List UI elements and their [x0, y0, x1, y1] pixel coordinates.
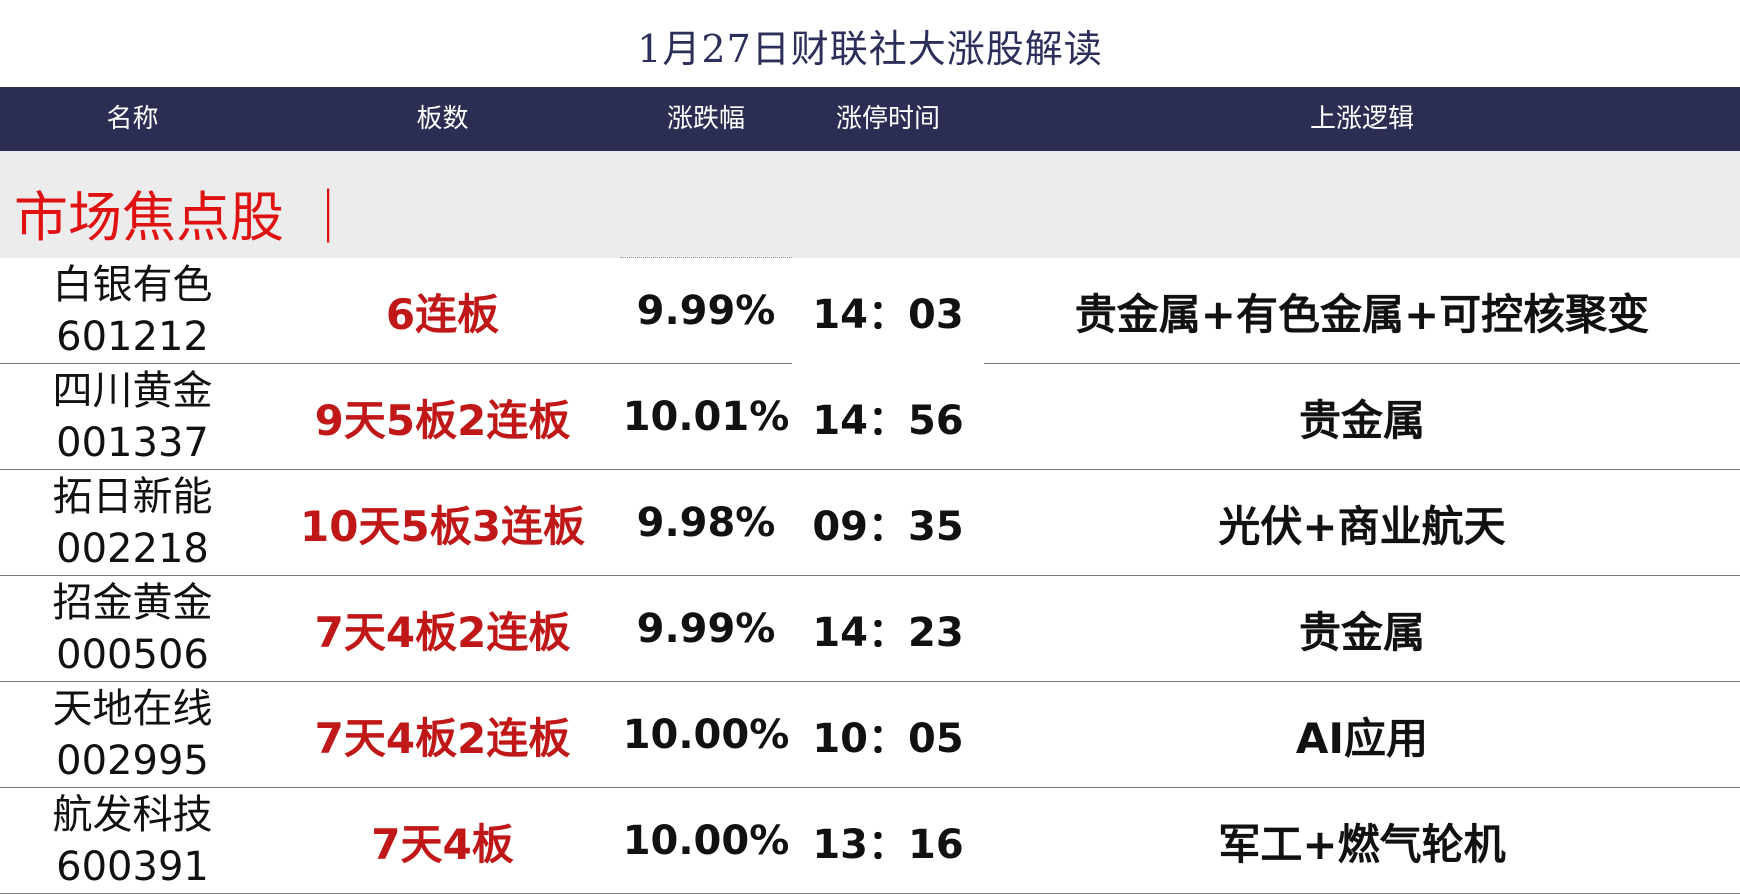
change-percent: 10.00% [622, 712, 790, 758]
stock-code: 002995 [56, 738, 209, 784]
rise-logic: 光伏+商业航天 [1218, 501, 1506, 551]
stock-code: 600391 [56, 844, 209, 890]
change-percent: 9.98% [636, 500, 776, 546]
board-count: 7天4板2连板 [314, 607, 571, 657]
stock-name: 白银有色 [52, 262, 213, 308]
header-logic: 上涨逻辑 [1309, 104, 1414, 134]
limit-time: 13：16 [812, 822, 964, 868]
table-row: 四川黄金 001337 9天5板2连板 10.01% 14：56 贵金属 [0, 364, 1740, 470]
board-count: 6连板 [385, 289, 500, 339]
header-limit-time: 涨停时间 [835, 104, 940, 134]
stock-name: 招金黄金 [52, 580, 213, 626]
board-count: 9天5板2连板 [314, 395, 571, 445]
header-change: 涨跌幅 [666, 104, 745, 134]
rise-logic: 贵金属 [1298, 395, 1425, 445]
header-boards: 板数 [416, 104, 469, 134]
stock-code: 601212 [56, 314, 209, 360]
section-banner: 市场焦点股 ｜ [0, 151, 1740, 258]
rise-logic: 军工+燃气轮机 [1218, 819, 1506, 869]
limit-time: 10：05 [812, 716, 964, 762]
rise-logic: 贵金属+有色金属+可控核聚变 [1074, 289, 1650, 339]
board-count: 10天5板3连板 [300, 501, 585, 551]
section-label: 市场焦点股 ｜ [14, 186, 356, 249]
limit-time: 09：35 [812, 504, 964, 550]
limit-time: 14：03 [812, 292, 964, 338]
stock-name-cell: 白银有色 601212 [0, 258, 265, 364]
stock-name-cell: 航发科技 600391 [0, 788, 265, 894]
table-header: 名称 板数 涨跌幅 涨停时间 上涨逻辑 [0, 87, 1740, 151]
table-row: 招金黄金 000506 7天4板2连板 9.99% 14：23 贵金属 [0, 576, 1740, 682]
stock-code: 002218 [56, 526, 209, 572]
header-name: 名称 [106, 104, 159, 134]
board-count: 7天4板 [371, 819, 514, 869]
stock-name-cell: 招金黄金 000506 [0, 576, 265, 682]
stock-name-cell: 四川黄金 001337 [0, 364, 265, 470]
rise-logic: 贵金属 [1298, 607, 1425, 657]
board-count: 7天4板2连板 [314, 713, 571, 763]
stock-name: 航发科技 [52, 792, 213, 838]
stock-name-cell: 拓日新能 002218 [0, 470, 265, 576]
stock-code: 001337 [56, 420, 209, 466]
stock-name: 拓日新能 [52, 474, 213, 520]
change-percent: 9.99% [636, 606, 776, 652]
stock-name: 四川黄金 [52, 368, 213, 414]
limit-time: 14：56 [812, 398, 964, 444]
stock-name: 天地在线 [52, 686, 213, 732]
page-title: 1月27日财联社大涨股解读 [637, 27, 1103, 71]
table-row: 天地在线 002995 7天4板2连板 10.00% 10：05 AI应用 [0, 682, 1740, 788]
change-percent: 10.00% [622, 818, 790, 864]
table-row: 航发科技 600391 7天4板 10.00% 13：16 军工+燃气轮机 [0, 788, 1740, 894]
change-percent: 9.99% [636, 288, 776, 334]
table-row: 白银有色 601212 6连板 9.99% 14：03 贵金属+有色金属+可控核… [0, 258, 1740, 364]
change-percent: 10.01% [622, 394, 790, 440]
stock-name-cell: 天地在线 002995 [0, 682, 265, 788]
stock-code: 000506 [56, 632, 209, 678]
rise-logic: AI应用 [1295, 713, 1429, 763]
table-row: 拓日新能 002218 10天5板3连板 9.98% 09：35 光伏+商业航天 [0, 470, 1740, 576]
limit-time: 14：23 [812, 610, 964, 656]
